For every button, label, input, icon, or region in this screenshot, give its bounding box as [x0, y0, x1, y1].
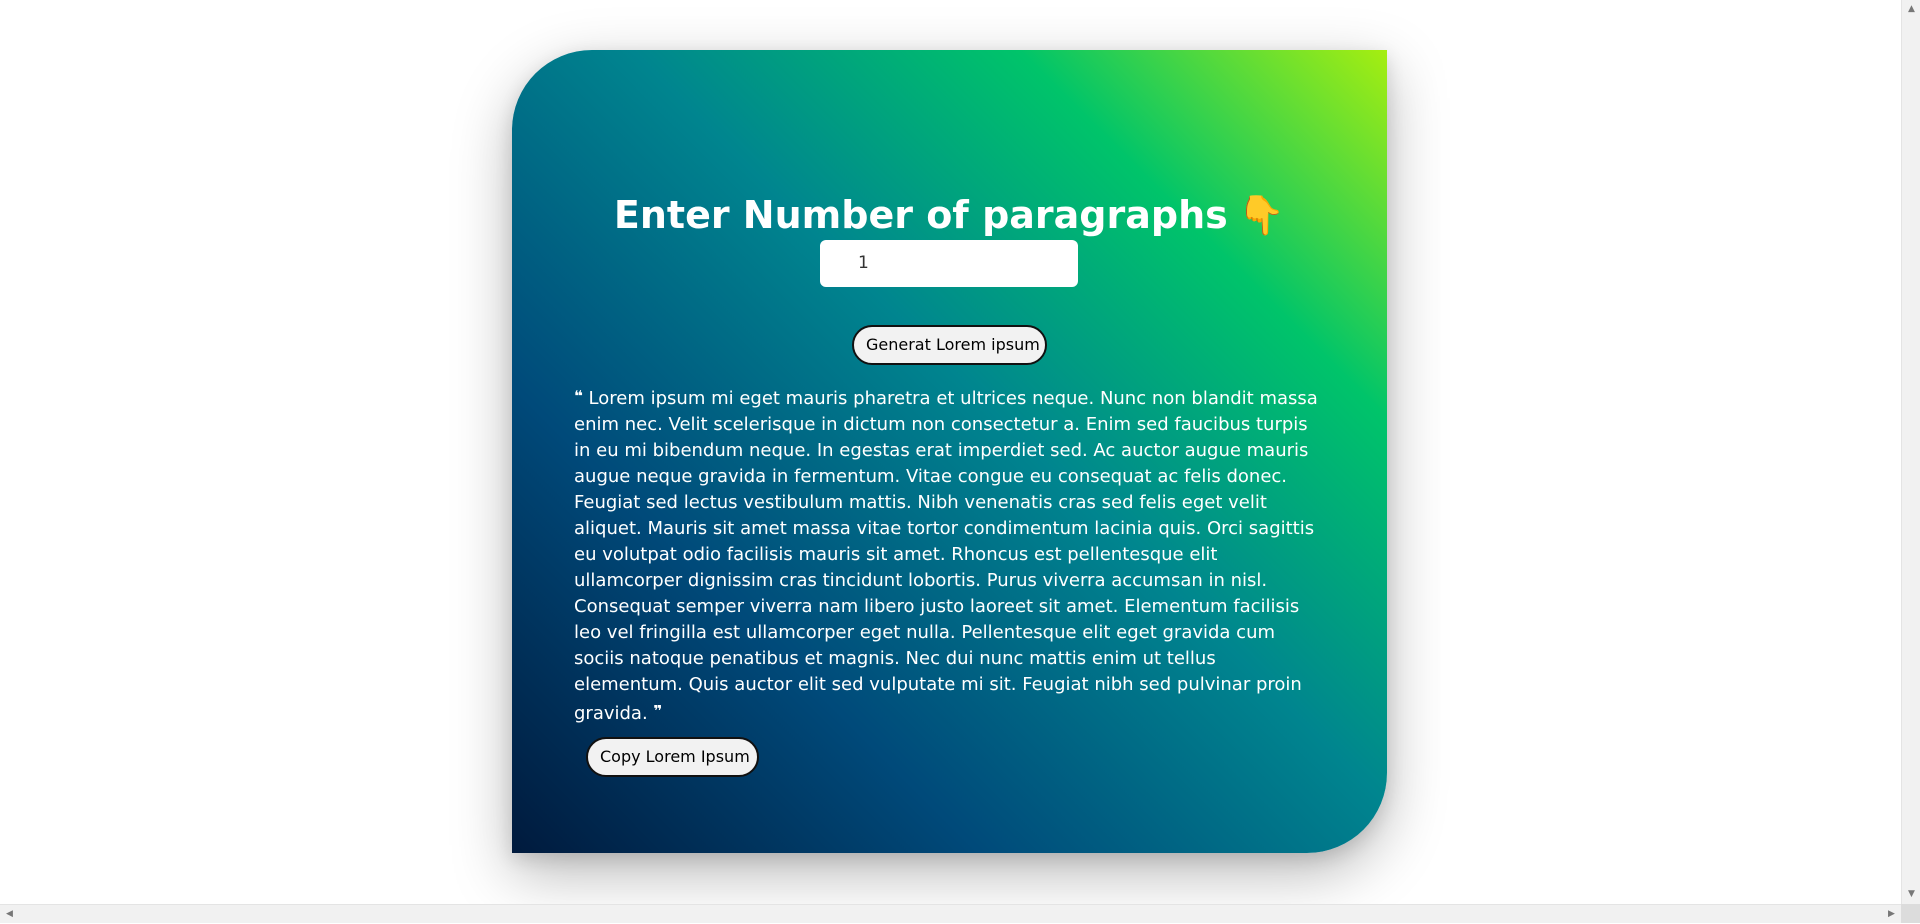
pointing-down-icon: 👇 — [1237, 193, 1286, 237]
vertical-scrollbar[interactable]: ▲ ▼ — [1901, 0, 1920, 904]
scroll-down-icon[interactable]: ▼ — [1902, 885, 1920, 904]
scroll-up-icon[interactable]: ▲ — [1902, 0, 1920, 19]
lorem-output-text: ❝ Lorem ipsum mi eget mauris pharetra et… — [574, 383, 1329, 727]
page-title: Enter Number of paragraphs 👇 — [512, 190, 1387, 240]
scroll-left-icon[interactable]: ◀ — [0, 905, 19, 924]
open-quote-icon: ❝ — [574, 387, 583, 405]
paragraph-count-input[interactable] — [820, 240, 1078, 287]
copy-lorem-button[interactable]: Copy Lorem Ipsum — [586, 737, 759, 777]
close-quote-icon: ❞ — [653, 702, 663, 720]
page-viewport: Enter Number of paragraphs👇 Generat Lore… — [0, 0, 1901, 904]
scrollbar-corner — [1901, 904, 1920, 923]
scroll-right-icon[interactable]: ▶ — [1882, 905, 1901, 924]
horizontal-scrollbar[interactable]: ◀ ▶ — [0, 904, 1901, 923]
page-title-text: Enter Number of paragraphs — [613, 193, 1228, 237]
generate-lorem-button[interactable]: Generat Lorem ipsum — [852, 325, 1047, 365]
generator-card: Enter Number of paragraphs👇 Generat Lore… — [512, 50, 1387, 853]
lorem-paragraph: Lorem ipsum mi eget mauris pharetra et u… — [574, 388, 1318, 724]
